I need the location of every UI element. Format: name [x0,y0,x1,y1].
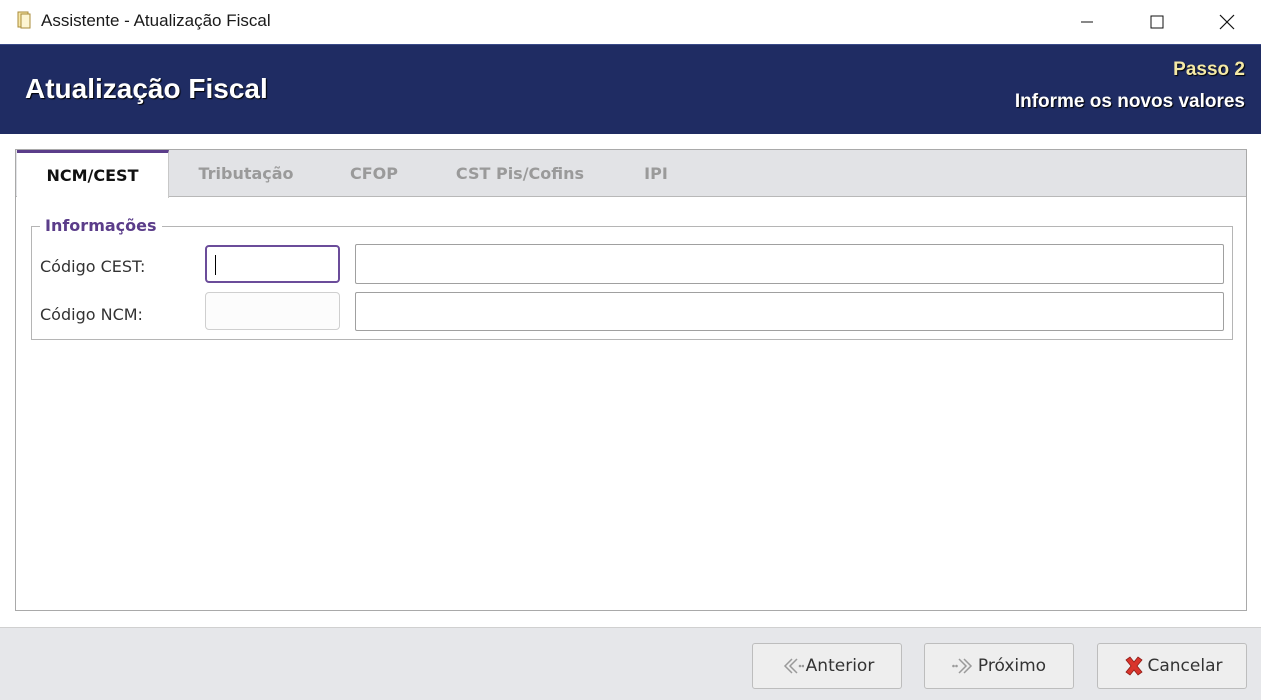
cest-description-field[interactable] [355,244,1224,284]
codigo-cest-input[interactable] [205,245,340,283]
codigo-ncm-label: Código NCM: [40,305,143,324]
minimize-button[interactable] [1064,0,1110,44]
arrow-right-icon [952,658,972,674]
maximize-button[interactable] [1134,0,1180,44]
group-legend: Informações [40,216,162,235]
arrow-left-icon [783,658,804,674]
codigo-cest-label: Código CEST: [40,257,146,276]
codigo-ncm-input[interactable] [205,292,340,330]
step-indicator: Passo 2 [1173,59,1245,80]
text-caret [215,255,216,275]
tab-strip: NCM/CEST Tributação CFOP CST Pis/Cofins … [16,150,1246,198]
tab-control: NCM/CEST Tributação CFOP CST Pis/Cofins … [15,149,1247,611]
previous-button-label: Anterior [805,656,875,676]
informacoes-groupbox: Informações Código CEST: Código NCM: [31,216,1233,340]
step-subtitle: Informe os novos valores [1014,91,1245,112]
wizard-window: Assistente - Atualização Fiscal Atualiza… [0,0,1261,700]
wizard-button-bar: Anterior Próximo Cancelar [0,627,1261,700]
app-document-icon [17,11,31,29]
tab-ncm-cest[interactable]: NCM/CEST [17,150,169,198]
previous-button[interactable]: Anterior [752,643,902,689]
tab-tributacao[interactable]: Tributação [186,150,306,197]
next-button-label: Próximo [977,656,1047,676]
ncm-description-field[interactable] [355,292,1224,331]
wizard-header-banner: Atualização Fiscal Passo 2 Informe os no… [0,44,1261,134]
cancel-button-label: Cancelar [1147,656,1223,676]
cancel-button[interactable]: Cancelar [1097,643,1247,689]
banner-title: Atualização Fiscal [25,73,268,104]
cancel-x-icon [1124,656,1143,676]
tab-ipi[interactable]: IPI [626,150,686,197]
close-button[interactable] [1204,0,1250,44]
next-button[interactable]: Próximo [924,643,1074,689]
minimize-icon [1081,21,1093,23]
maximize-icon [1150,15,1164,29]
title-bar[interactable]: Assistente - Atualização Fiscal [0,0,1261,44]
tab-cfop[interactable]: CFOP [334,150,414,197]
close-icon [1219,14,1235,30]
window-title: Assistente - Atualização Fiscal [41,11,271,30]
tab-cst-pis-cofins[interactable]: CST Pis/Cofins [446,150,594,197]
